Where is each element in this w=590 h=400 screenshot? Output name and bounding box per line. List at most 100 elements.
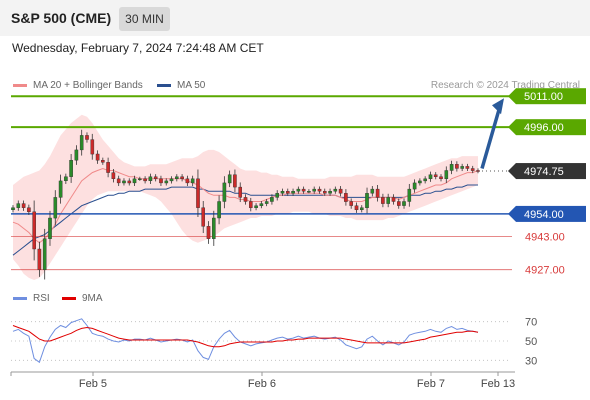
candle-down [375, 188, 380, 198]
candle-up [386, 197, 391, 204]
candle-up [312, 188, 317, 192]
rsi-tick-label: 30 [525, 355, 537, 367]
resistance-tag-pointer [508, 88, 516, 105]
candle-down [238, 186, 243, 198]
candle-up [296, 188, 301, 192]
candle-down [391, 197, 396, 202]
candle-up [333, 188, 338, 192]
candle-down [349, 201, 354, 206]
last-price-label: 4974.75 [524, 166, 564, 178]
rsi-line [12, 318, 479, 364]
candle-up [164, 180, 169, 184]
time-axis: Feb 5 Feb 6 Feb 7 Feb 13 [10, 371, 515, 390]
resistance-label: 4996.00 [524, 122, 564, 134]
candle-up [254, 205, 258, 208]
price-panel: 5011.00 4996.00 4974.75 4954.00 4943.00 4927.… [11, 88, 586, 280]
candle-up [122, 180, 126, 184]
candle-up [460, 166, 465, 169]
resistance-label: 5011.00 [524, 91, 563, 103]
support-label: 4927.00 [525, 265, 565, 277]
candle-up [42, 238, 47, 270]
candle-down [201, 207, 206, 227]
candle-down [286, 190, 290, 194]
candle-down [127, 180, 132, 184]
rsi-tick-label: 50 [525, 336, 537, 348]
candle-down [100, 159, 105, 163]
candle-down [111, 172, 116, 180]
candle-down [338, 188, 343, 194]
candle-up [222, 182, 227, 202]
candle-down [159, 178, 163, 184]
candle-up [190, 178, 195, 184]
candle-down [185, 178, 190, 184]
candle-down [233, 174, 237, 188]
candle-down [301, 188, 306, 192]
candle-down [95, 153, 100, 161]
candle-down [344, 193, 348, 202]
candle-up [264, 201, 269, 204]
candle-down [143, 178, 147, 182]
candle-down [153, 176, 158, 179]
time-axis-label: Feb 7 [417, 378, 445, 390]
candle-down [37, 248, 42, 270]
candle-up [53, 197, 58, 219]
candle-down [433, 174, 438, 177]
pivot-label: 4954.00 [524, 209, 564, 221]
candle-up [360, 207, 364, 210]
candle-up [48, 217, 52, 239]
candle-up [412, 182, 417, 190]
pivot-tag-pointer [508, 205, 516, 222]
candle-up [428, 174, 433, 179]
candle-down [248, 201, 253, 208]
candle-up [69, 159, 73, 177]
candle-down [116, 178, 121, 184]
rsi-panel: 30 50 70 [11, 317, 537, 367]
candle-down [317, 188, 322, 192]
candle-up [132, 178, 137, 184]
candle-up [449, 164, 454, 171]
candle-up [270, 197, 274, 202]
candle-down [21, 203, 26, 208]
candle-up [444, 170, 449, 180]
candle-up [280, 190, 285, 194]
candle-down [196, 178, 200, 208]
candle-up [328, 190, 332, 194]
price-chart: 5011.00 4996.00 4974.75 4954.00 4943.00 4927.… [10, 88, 586, 390]
candle-up [58, 180, 63, 198]
time-axis-label: Feb 5 [79, 378, 107, 390]
candle-down [27, 207, 31, 212]
candle-down [439, 176, 443, 179]
candle-down [85, 135, 89, 140]
candle-up [370, 188, 375, 194]
candle-down [90, 139, 95, 155]
candle-down [323, 190, 327, 194]
candle-up [79, 135, 84, 151]
candle-down [354, 205, 359, 210]
candle-up [11, 207, 15, 210]
resistance-tag-pointer [508, 119, 516, 136]
candle-up [423, 178, 428, 182]
candle-down [465, 166, 470, 169]
candle-up [291, 190, 295, 194]
candle-up [227, 174, 232, 184]
candle-down [206, 226, 211, 239]
candle-up [217, 201, 221, 219]
candle-up [407, 188, 412, 202]
forecast-arrow-shaft [480, 105, 502, 169]
candle-up [148, 176, 153, 181]
last-price-tag-pointer [508, 163, 516, 180]
candle-down [455, 164, 459, 169]
candle-up [174, 176, 179, 179]
time-axis-label: Feb 13 [481, 378, 515, 390]
candle-down [32, 211, 36, 250]
candle-up [418, 180, 422, 184]
time-axis-label: Feb 6 [248, 378, 276, 390]
rsi-tick-label: 70 [525, 317, 537, 329]
candle-up [211, 217, 216, 239]
candle-up [402, 201, 406, 206]
candle-down [243, 197, 248, 202]
candle-up [64, 176, 68, 181]
candle-up [137, 178, 142, 181]
candle-down [180, 176, 184, 179]
candle-up [16, 203, 21, 208]
